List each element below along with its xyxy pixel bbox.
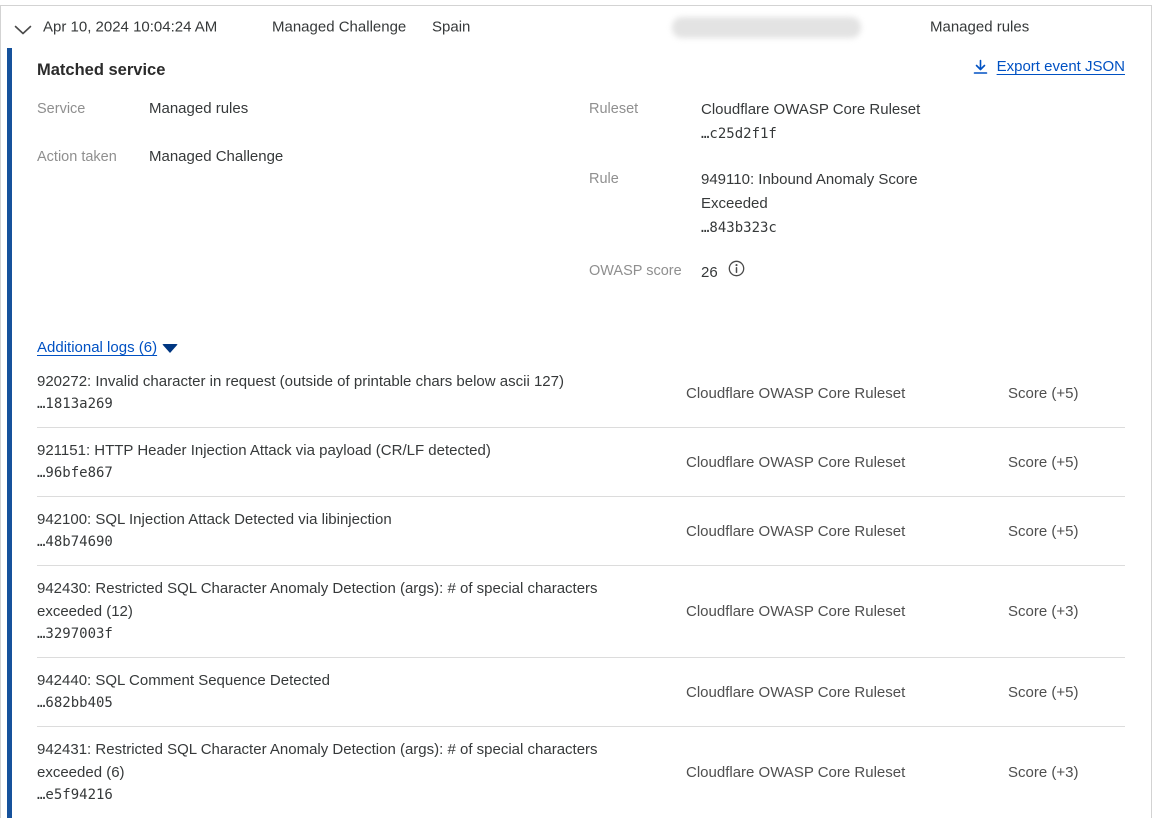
log-score: Score (+5) (1008, 523, 1125, 540)
ruleset-field: Ruleset Cloudflare OWASP Core Ruleset …c… (589, 98, 1125, 146)
event-service: Managed rules (930, 19, 1029, 36)
action-taken-value: Managed Challenge (149, 146, 283, 168)
log-rule-hash: …96bfe867 (37, 462, 686, 485)
matched-service-fields-left: Service Managed rules Action taken Manag… (37, 98, 589, 311)
log-score: Score (+3) (1008, 764, 1125, 781)
log-rule-hash: …3297003f (37, 623, 686, 646)
owasp-score-field: OWASP score 26 (589, 260, 1125, 285)
log-row: 942431: Restricted SQL Character Anomaly… (37, 727, 1125, 818)
action-taken-label: Action taken (37, 146, 149, 168)
export-event-json-link[interactable]: Export event JSON (973, 58, 1125, 75)
event-country: Spain (432, 19, 470, 36)
log-ruleset-name: Cloudflare OWASP Core Ruleset (686, 764, 1008, 781)
service-value: Managed rules (149, 98, 248, 120)
log-row: 942430: Restricted SQL Character Anomaly… (37, 566, 1125, 658)
ruleset-label: Ruleset (589, 98, 701, 146)
rule-value: 949110: Inbound Anomaly Score Exceeded (701, 168, 941, 216)
log-rule-hash: …1813a269 (37, 393, 686, 416)
action-taken-field: Action taken Managed Challenge (37, 146, 589, 168)
log-ruleset-name: Cloudflare OWASP Core Ruleset (686, 454, 1008, 471)
matched-service-fields-right: Ruleset Cloudflare OWASP Core Ruleset …c… (589, 98, 1125, 311)
additional-logs-table: 920272: Invalid character in request (ou… (37, 359, 1125, 818)
log-score: Score (+5) (1008, 684, 1125, 701)
ruleset-value: Cloudflare OWASP Core Ruleset (701, 98, 941, 122)
log-ruleset-name: Cloudflare OWASP Core Ruleset (686, 684, 1008, 701)
ruleset-hash: …c25d2f1f (701, 122, 941, 146)
owasp-score-value: 26 (701, 261, 718, 285)
expanded-row-accent-bar (7, 48, 12, 818)
log-rule-hash: …682bb405 (37, 692, 686, 715)
log-row: 942100: SQL Injection Attack Detected vi… (37, 497, 1125, 566)
rule-label: Rule (589, 168, 701, 240)
service-label: Service (37, 98, 149, 120)
log-score: Score (+3) (1008, 603, 1125, 620)
log-rule-description: 942100: SQL Injection Attack Detected vi… (37, 508, 686, 531)
log-rule-hash: …48b74690 (37, 531, 686, 554)
export-event-json-label[interactable]: Export event JSON (997, 58, 1125, 75)
chevron-down-icon[interactable] (14, 22, 32, 32)
additional-logs-toggle[interactable]: Additional logs (6) (37, 339, 178, 356)
redacted-host-blur (672, 17, 861, 38)
log-row: 942440: SQL Comment Sequence Detected …6… (37, 658, 1125, 727)
log-score: Score (+5) (1008, 454, 1125, 471)
service-field: Service Managed rules (37, 98, 589, 120)
log-row: 921151: HTTP Header Injection Attack via… (37, 428, 1125, 497)
log-rule-description: 942430: Restricted SQL Character Anomaly… (37, 577, 686, 623)
event-action: Managed Challenge (272, 19, 406, 36)
log-score: Score (+5) (1008, 385, 1125, 402)
rule-hash: …843b323c (701, 216, 941, 240)
log-rule-hash: …e5f94216 (37, 784, 686, 807)
log-rule-description: 942440: SQL Comment Sequence Detected (37, 669, 686, 692)
event-timestamp: Apr 10, 2024 10:04:24 AM (43, 19, 217, 36)
log-rule-description: 920272: Invalid character in request (ou… (37, 370, 686, 393)
info-icon[interactable] (728, 260, 745, 285)
log-ruleset-name: Cloudflare OWASP Core Ruleset (686, 523, 1008, 540)
log-rule-description: 942431: Restricted SQL Character Anomaly… (37, 738, 686, 784)
owasp-score-label: OWASP score (589, 260, 701, 285)
download-icon (973, 59, 988, 75)
additional-logs-label[interactable]: Additional logs (6) (37, 339, 157, 356)
triangle-down-icon (162, 344, 178, 353)
log-row: 920272: Invalid character in request (ou… (37, 359, 1125, 428)
event-detail-panel: Matched service Export event JSON Servic… (1, 48, 1151, 818)
firewall-event-container: Apr 10, 2024 10:04:24 AM Managed Challen… (0, 5, 1152, 818)
rule-field: Rule 949110: Inbound Anomaly Score Excee… (589, 168, 1125, 240)
panel-title: Matched service (37, 58, 165, 82)
log-rule-description: 921151: HTTP Header Injection Attack via… (37, 439, 686, 462)
log-ruleset-name: Cloudflare OWASP Core Ruleset (686, 603, 1008, 620)
log-ruleset-name: Cloudflare OWASP Core Ruleset (686, 385, 1008, 402)
event-summary-row[interactable]: Apr 10, 2024 10:04:24 AM Managed Challen… (1, 6, 1151, 48)
